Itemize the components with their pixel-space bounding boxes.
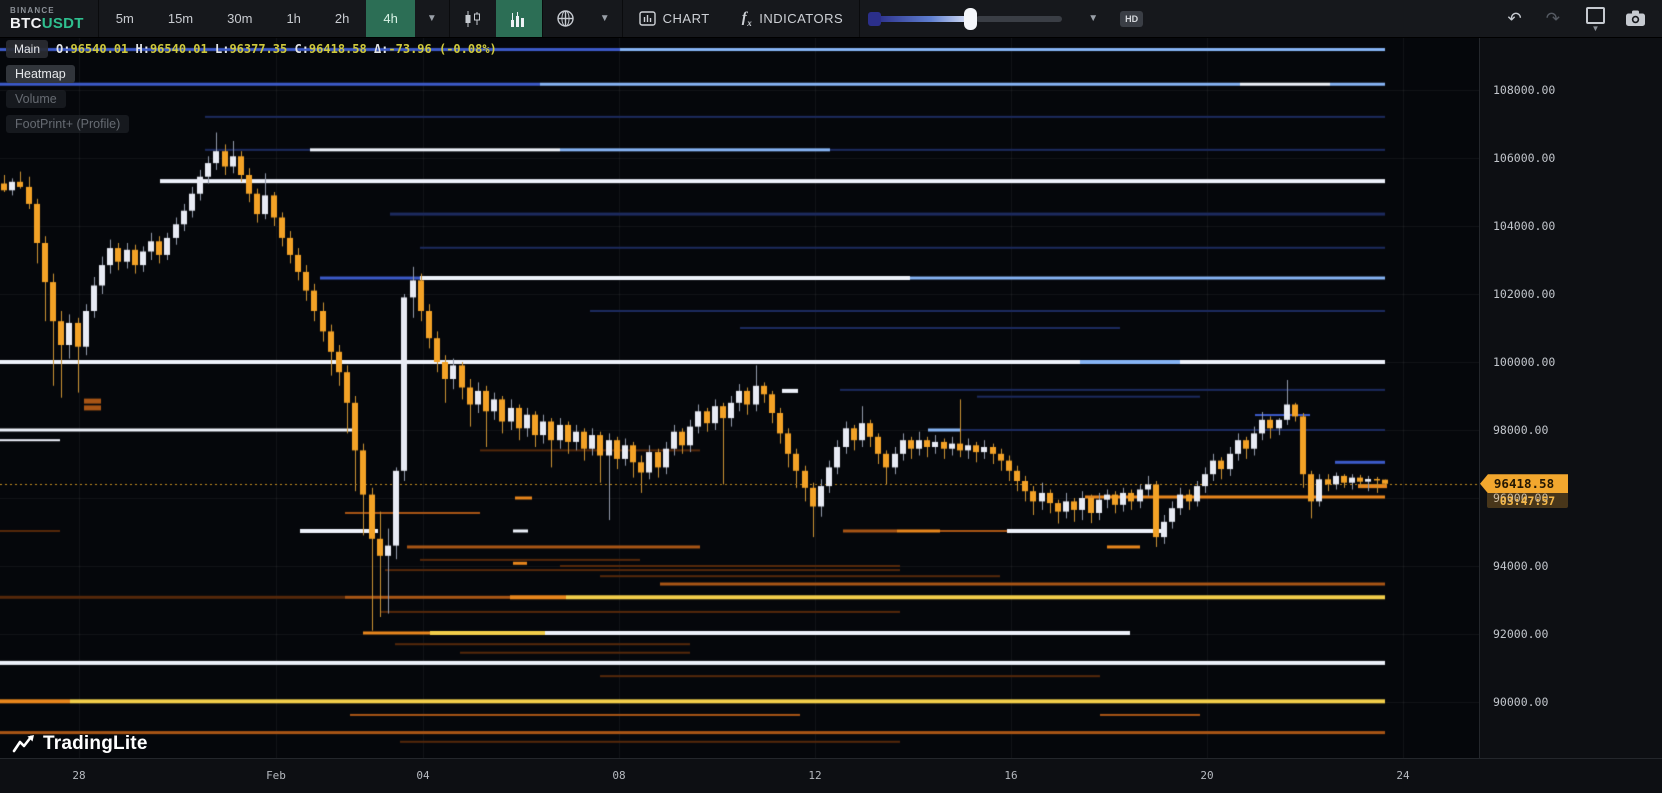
price-tick-label: 94000.00 bbox=[1493, 559, 1548, 573]
time-tick-label: 12 bbox=[808, 769, 821, 782]
time-tick-label: 08 bbox=[612, 769, 625, 782]
layer-volume-toggle[interactable]: Volume bbox=[6, 90, 66, 108]
timeframe-30m[interactable]: 30m bbox=[210, 0, 269, 37]
web-settings-button[interactable] bbox=[543, 0, 588, 37]
candles-volume-icon bbox=[509, 10, 529, 28]
price-tick-label: 106000.00 bbox=[1493, 151, 1555, 165]
time-tick-label: Feb bbox=[266, 769, 286, 782]
chart-layout-button[interactable]: CHART bbox=[623, 0, 726, 37]
low-value: 96377.35 bbox=[229, 42, 287, 56]
open-value: 96540.01 bbox=[70, 42, 128, 56]
symbol-base: BTC bbox=[10, 15, 42, 32]
high-label: H: bbox=[136, 42, 150, 56]
slider-track[interactable] bbox=[868, 8, 1068, 30]
timeframe-group: 5m15m30m1h2h4h bbox=[99, 0, 415, 37]
timeframe-2h[interactable]: 2h bbox=[318, 0, 366, 37]
price-tick-label: 92000.00 bbox=[1493, 627, 1548, 641]
slider-handle[interactable] bbox=[964, 8, 977, 30]
delta-value: -73.96 (-0.08%) bbox=[388, 42, 496, 56]
time-tick-label: 28 bbox=[72, 769, 85, 782]
time-tick-label: 16 bbox=[1004, 769, 1017, 782]
main-pane-chip[interactable]: Main bbox=[6, 40, 48, 58]
redo-button[interactable]: ↷ bbox=[1534, 9, 1572, 29]
time-axis[interactable]: 28 Feb 04 08 12 16 20 24 bbox=[0, 758, 1662, 793]
price-tick-label: 102000.00 bbox=[1493, 287, 1555, 301]
time-tick-label: 04 bbox=[416, 769, 429, 782]
slider-chevron-down-icon[interactable]: ▼ bbox=[1076, 0, 1110, 37]
price-tick-label: 100000.00 bbox=[1493, 355, 1555, 369]
price-axis[interactable]: 108000.00 106000.00 104000.00 102000.00 1000… bbox=[1479, 37, 1662, 758]
time-tick-label: 20 bbox=[1200, 769, 1213, 782]
price-tick-label: 98000.00 bbox=[1493, 423, 1548, 437]
timeframe-5m[interactable]: 5m bbox=[99, 0, 151, 37]
high-value: 96540.01 bbox=[150, 42, 208, 56]
indicators-button[interactable]: fx INDICATORS bbox=[726, 0, 859, 37]
slider-min-handle[interactable] bbox=[868, 12, 881, 26]
fullscreen-icon bbox=[1586, 7, 1605, 24]
screenshot-button[interactable] bbox=[1619, 10, 1662, 27]
chart-style-candles-button[interactable] bbox=[450, 0, 496, 37]
heatmap-intensity-slider[interactable] bbox=[860, 0, 1076, 37]
fx-icon: fx bbox=[742, 10, 753, 28]
layer-footprint-toggle[interactable]: FootPrint+ (Profile) bbox=[6, 115, 129, 133]
close-label: C: bbox=[294, 42, 308, 56]
tradinglite-logo-icon bbox=[12, 733, 36, 755]
chart-legend: Main O:96540.01 H:96540.01 L:96377.35 C:… bbox=[6, 40, 497, 133]
price-tick-label: 104000.00 bbox=[1493, 219, 1555, 233]
last-price-label: 96418.58 bbox=[1480, 474, 1568, 493]
low-label: L: bbox=[215, 42, 229, 56]
candlestick-icon bbox=[463, 10, 483, 28]
chart-grid-icon bbox=[639, 11, 656, 26]
symbol-selector[interactable]: BINANCE BTCUSDT bbox=[0, 0, 98, 37]
indicators-button-label: INDICATORS bbox=[759, 11, 843, 26]
price-tick-label: 108000.00 bbox=[1493, 83, 1555, 97]
style-chevron-down-icon[interactable]: ▼ bbox=[588, 0, 622, 37]
fullscreen-chevron-icon: ▼ bbox=[1592, 26, 1600, 31]
close-value: 96418.58 bbox=[309, 42, 367, 56]
redo-icon: ↷ bbox=[1546, 9, 1560, 28]
watermark-text: TradingLite bbox=[43, 733, 148, 755]
timeframe-1h[interactable]: 1h bbox=[269, 0, 317, 37]
chart-button-label: CHART bbox=[663, 11, 710, 26]
undo-icon: ↶ bbox=[1508, 9, 1522, 28]
globe-icon bbox=[556, 9, 575, 28]
candle-countdown: 03:47:57 bbox=[1487, 493, 1568, 508]
price-chart[interactable] bbox=[0, 37, 1479, 758]
timeframe-15m[interactable]: 15m bbox=[151, 0, 210, 37]
toolbar-spacer bbox=[1153, 0, 1495, 37]
symbol-label: BTCUSDT bbox=[10, 15, 84, 32]
top-toolbar: BINANCE BTCUSDT 5m15m30m1h2h4h ▼ ▼ bbox=[0, 0, 1662, 38]
slider-gradient bbox=[876, 16, 976, 22]
layer-heatmap-toggle[interactable]: Heatmap bbox=[6, 65, 75, 83]
open-label: O: bbox=[56, 42, 70, 56]
camera-icon bbox=[1625, 10, 1646, 27]
ohlc-readout: O:96540.01 H:96540.01 L:96377.35 C:96418… bbox=[56, 42, 497, 56]
price-tick-label: 90000.00 bbox=[1493, 695, 1548, 709]
tradinglite-watermark: TradingLite bbox=[12, 733, 148, 755]
timeframe-4h[interactable]: 4h bbox=[366, 0, 414, 37]
chart-style-heatmap-button[interactable] bbox=[496, 0, 542, 37]
delta-label: Δ: bbox=[374, 42, 388, 56]
time-tick-label: 24 bbox=[1396, 769, 1409, 782]
undo-button[interactable]: ↶ bbox=[1496, 9, 1534, 29]
hd-toggle-button[interactable]: HD bbox=[1120, 11, 1143, 27]
timeframe-chevron-down-icon[interactable]: ▼ bbox=[415, 0, 449, 37]
symbol-quote: USDT bbox=[42, 15, 84, 32]
slider-track-rest bbox=[976, 16, 1062, 22]
fullscreen-button[interactable]: ▼ bbox=[1572, 7, 1619, 31]
exchange-label: BINANCE bbox=[10, 6, 84, 15]
